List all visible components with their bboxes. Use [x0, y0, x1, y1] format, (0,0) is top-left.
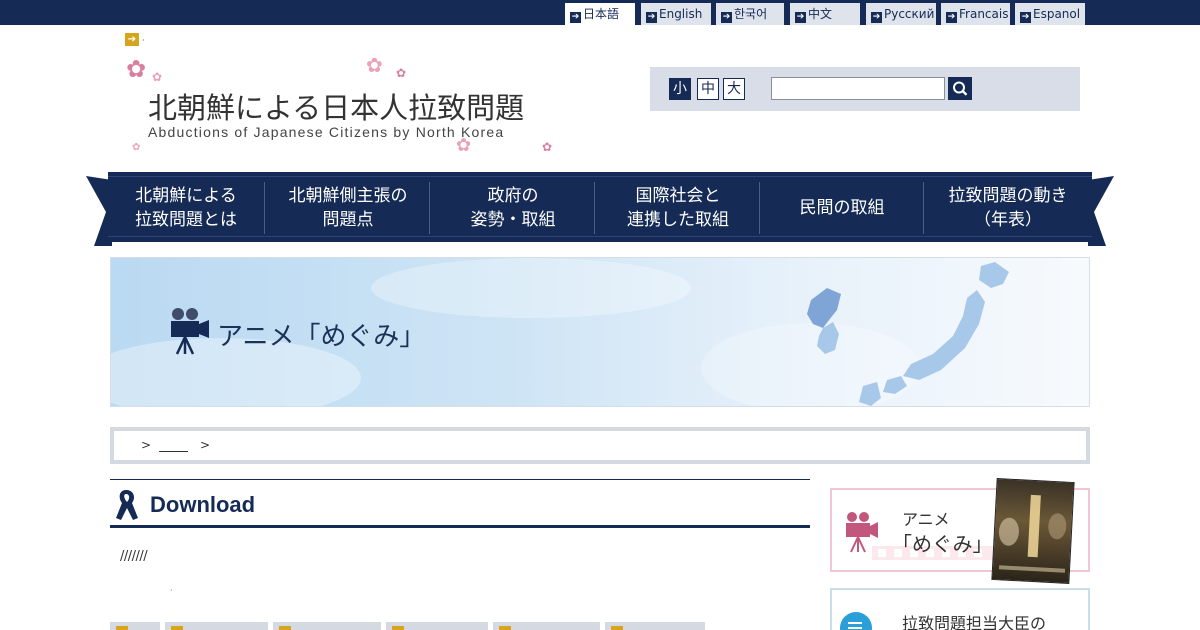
download-item[interactable] — [386, 622, 488, 630]
arrow-right-icon: ➔ — [646, 12, 657, 23]
side-banner-minister[interactable]: 拉致問題担当大臣の — [830, 588, 1090, 630]
search-button[interactable] — [948, 77, 972, 100]
arrow-right-icon: ➔ — [795, 12, 806, 23]
arrow-right-icon: ➔ — [1020, 12, 1031, 23]
arrow-right-icon[interactable]: ➔ — [125, 33, 139, 46]
body-text: /////// — [120, 549, 148, 564]
page: ➔ 日本語 ➔ English ➔ 한국어 ➔ 中文 ➔ Русский ➔ Francai… — [0, 0, 1200, 630]
nav-divider — [759, 182, 760, 234]
header-dot: · — [142, 36, 145, 45]
arrow-right-icon: ➔ — [570, 12, 581, 23]
side-minister-label: 拉致問題担当大臣の — [902, 614, 1047, 630]
section-heading: Download — [110, 479, 810, 528]
breadcrumb-separator: > — [200, 438, 211, 452]
movie-camera-icon — [169, 306, 211, 360]
lang-tab-es[interactable]: ➔ Espanol — [1015, 3, 1085, 25]
cherry-blossom-icon: ✿ — [152, 70, 163, 84]
cherry-blossom-icon: ✿ — [126, 55, 147, 83]
download-item[interactable] — [110, 622, 160, 630]
font-size-small-button[interactable]: 小 — [669, 78, 691, 100]
lang-tab-ja[interactable]: ➔ 日本語 — [565, 3, 635, 25]
font-size-large-button[interactable]: 大 — [723, 78, 745, 100]
lang-tab-ko[interactable]: ➔ 한국어 — [716, 3, 784, 25]
lang-tab-en[interactable]: ➔ English — [641, 3, 711, 25]
search-input[interactable] — [771, 77, 945, 100]
download-item[interactable] — [165, 622, 268, 630]
download-item[interactable] — [273, 622, 381, 630]
lang-tab-zh[interactable]: ➔ 中文 — [790, 3, 860, 25]
nav-divider — [923, 182, 924, 234]
nav-divider — [264, 182, 265, 234]
file-icon — [116, 626, 128, 630]
site-subtitle: Abductions of Japanese Citizens by North… — [148, 124, 505, 140]
font-size-medium-button[interactable]: 中 — [697, 78, 719, 100]
body-dot: · — [170, 586, 173, 595]
file-icon — [171, 626, 183, 630]
header-tools: 小 中 大 — [650, 67, 1080, 111]
arrow-right-icon: ➔ — [871, 12, 882, 23]
side-anime-label: アニメ — [902, 510, 950, 529]
breadcrumb: > > — [110, 427, 1090, 464]
cherry-blossom-icon: ✿ — [132, 142, 141, 153]
breadcrumb-separator: > — [141, 438, 152, 452]
nav-item-claims[interactable]: 北朝鮮側主張の 問題点 — [266, 182, 430, 234]
side-anime-title: 「めぐみ」 — [892, 532, 993, 556]
file-icon — [279, 626, 291, 630]
lang-tab-ru[interactable]: ➔ Русский — [866, 3, 936, 25]
file-icon — [611, 626, 623, 630]
banner-title: アニメ「めぐみ」 — [217, 322, 426, 352]
arrow-right-icon: ➔ — [721, 12, 732, 23]
nav-item-timeline[interactable]: 拉致問題の動き （年表） — [925, 182, 1091, 234]
cherry-blossom-icon: ✿ — [542, 140, 553, 154]
movie-camera-icon — [844, 510, 880, 558]
nav-divider — [429, 182, 430, 234]
language-bar: ➔ 日本語 ➔ English ➔ 한국어 ➔ 中文 ➔ Русский ➔ Francai… — [0, 0, 1200, 25]
search-icon — [953, 81, 968, 96]
nav-item-about[interactable]: 北朝鮮による 拉致問題とは — [120, 182, 252, 234]
nav-item-private[interactable]: 民間の取組 — [761, 182, 923, 234]
site-logo[interactable]: ✿ ✿ ✿ ✿ ✿ ✿ ✿ 北朝鮮による日本人拉致問題 Abductions o… — [122, 55, 562, 160]
cherry-blossom-icon: ✿ — [396, 66, 407, 80]
ribbon-icon — [114, 488, 140, 526]
page-banner: アニメ「めぐみ」 — [110, 257, 1090, 407]
download-item[interactable] — [605, 622, 705, 630]
page-title: Download — [150, 492, 256, 517]
anime-poster-image[interactable] — [991, 478, 1075, 584]
arrow-right-icon: ➔ — [946, 12, 957, 23]
breadcrumb-inner: > > — [114, 431, 1086, 460]
cherry-blossom-icon: ✿ — [366, 53, 383, 77]
file-icon — [499, 626, 511, 630]
nav-item-government[interactable]: 政府の 姿勢・取組 — [431, 182, 595, 234]
nav-divider — [594, 182, 595, 234]
breadcrumb-link[interactable] — [159, 438, 188, 452]
speech-icon — [840, 612, 872, 630]
poster-artwork — [998, 494, 1067, 573]
site-title: 北朝鮮による日本人拉致問題 — [148, 91, 525, 125]
nav-item-international[interactable]: 国際社会と 連携した取組 — [596, 182, 760, 234]
download-item[interactable] — [493, 622, 600, 630]
lang-tab-fr[interactable]: ➔ Francais — [941, 3, 1010, 25]
file-icon — [392, 626, 404, 630]
global-nav: 北朝鮮による 拉致問題とは 北朝鮮側主張の 問題点 政府の 姿勢・取組 国際社会と 連携… — [86, 172, 1114, 246]
